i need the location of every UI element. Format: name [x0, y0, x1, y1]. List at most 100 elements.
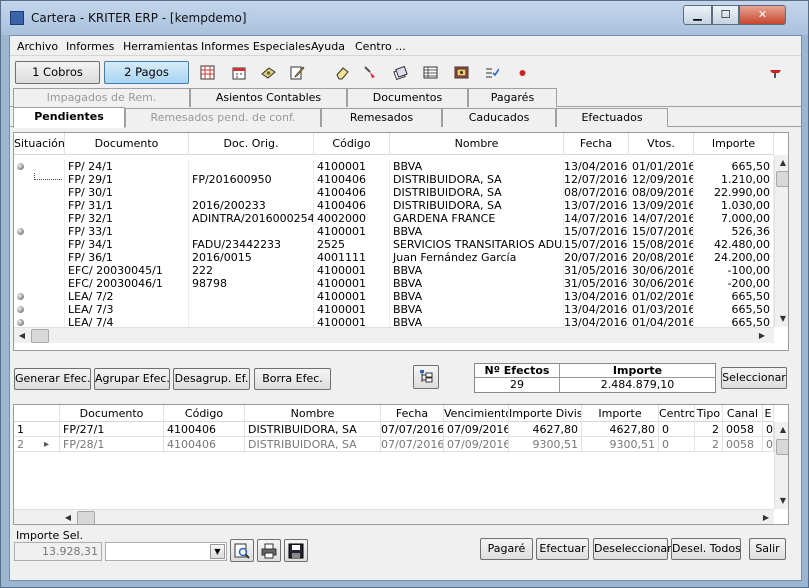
tab-caducados[interactable]: Caducados	[442, 108, 556, 127]
col-fecha[interactable]: Fecha	[564, 133, 629, 155]
minimize-button[interactable]: ▁	[683, 5, 712, 25]
table-row[interactable]: EFC/ 20030045/1 222 4100001 BBVA 31/05/2016 3…	[14, 264, 774, 277]
tab-pendientes[interactable]: Pendientes	[13, 107, 125, 128]
menu-herramientas[interactable]: Herramientas	[123, 40, 198, 53]
scroll-up-icon[interactable]: ▲	[775, 155, 788, 171]
menu-informes-especiales[interactable]: Informes Especiales	[201, 40, 311, 53]
col-situacion[interactable]: Situación	[14, 133, 65, 155]
table-row[interactable]: FP/ 32/1 ADINTRA/2016000254 4002000 GARDENA…	[14, 212, 774, 225]
preview-button[interactable]	[230, 539, 254, 562]
table-row[interactable]: EFC/ 20030046/1 98798 4100001 BBVA 31/05/201…	[14, 277, 774, 290]
pin-icon[interactable]	[362, 65, 377, 80]
col-documento[interactable]: Documento	[65, 133, 189, 155]
table-row[interactable]: FP/ 33/1 4100001 BBVA 15/07/2016 15/07/2016 5…	[14, 225, 774, 238]
menu-informes[interactable]: Informes	[66, 40, 114, 53]
table-row[interactable]: FP/ 24/1 4100001 BBVA 13/04/2016 01/01/2016 6…	[14, 160, 774, 173]
deseleccionar-button[interactable]: Deseleccionar	[593, 538, 672, 560]
save-button[interactable]	[284, 539, 308, 562]
pending-grid-hscroll[interactable]: ◀ ▶	[14, 327, 774, 343]
menu-ayuda[interactable]: Ayuda	[311, 40, 345, 53]
title-bar[interactable]: Cartera - KRITER ERP - [kempdemo] ▁ ☐ ✕	[1, 1, 808, 35]
tab-remesados[interactable]: Remesados	[321, 108, 442, 127]
grid-icon[interactable]	[200, 65, 215, 80]
desagrupar-ef-button[interactable]: Desagrup. Ef.	[173, 368, 250, 390]
col-importe[interactable]: Importe	[694, 133, 774, 155]
table-row[interactable]: FP/ 29/1 FP/201600950 4100406 DISTRIBUIDORA…	[14, 173, 774, 186]
report-combo[interactable]: ▼	[105, 542, 227, 561]
tab-documentos[interactable]: Documentos	[347, 88, 468, 107]
calendar-icon[interactable]	[232, 65, 247, 80]
config-icon[interactable]	[768, 65, 783, 80]
print-button[interactable]	[257, 539, 281, 562]
table-row[interactable]: 2 FP/28/1 4100406 DISTRIBUIDORA, SA 07/07/20…	[14, 437, 774, 452]
tab-asientos-contables[interactable]: Asientos Contables	[190, 88, 347, 107]
salir-button[interactable]: Salir	[749, 538, 786, 560]
table-icon[interactable]	[423, 65, 438, 80]
close-button[interactable]: ✕	[739, 5, 786, 25]
col2-importe-divisa[interactable]: Importe Divisa	[509, 405, 582, 422]
agrupar-efec-button[interactable]: Agrupar Efec.	[94, 368, 170, 390]
cards-icon[interactable]	[393, 65, 408, 80]
scroll-up-icon[interactable]: ▲	[775, 422, 788, 438]
col-vtos[interactable]: Vtos.	[629, 133, 694, 155]
col2-tipo[interactable]: Tipo	[695, 405, 723, 422]
table-row[interactable]: FP/ 34/1 FADU/23442233 2525 SERVICIOS TRANS…	[14, 238, 774, 251]
scroll-thumb[interactable]	[77, 511, 95, 524]
table-row[interactable]: 1 FP/27/1 4100406 DISTRIBUIDORA, SA 07/07/20…	[14, 422, 774, 437]
col2-vencimiento[interactable]: Vencimiento	[444, 405, 509, 422]
tab-efectuados[interactable]: Efectuados	[556, 108, 668, 127]
col2-e[interactable]: E	[763, 405, 774, 422]
col2-canal[interactable]: Canal	[723, 405, 763, 422]
selected-grid-hscroll[interactable]: ◀ ▶	[14, 509, 774, 524]
scroll-thumb[interactable]	[776, 439, 788, 455]
table-row[interactable]: FP/ 31/1 2016/200233 4100406 DISTRIBUIDORA,…	[14, 199, 774, 212]
checklist-icon[interactable]	[484, 65, 499, 80]
col-nombre[interactable]: Nombre	[390, 133, 564, 155]
seleccionar-button[interactable]: Seleccionar	[721, 367, 787, 389]
col2-fecha[interactable]: Fecha	[381, 405, 444, 422]
col2-centro[interactable]: Centro	[659, 405, 695, 422]
maximize-button[interactable]: ☐	[712, 5, 739, 25]
tab-pagares[interactable]: Pagarés	[468, 88, 557, 107]
scroll-thumb[interactable]	[776, 171, 788, 187]
tree-view-button[interactable]	[413, 365, 439, 389]
safe-icon[interactable]	[454, 65, 469, 80]
col-codigo[interactable]: Código	[314, 133, 390, 155]
scroll-down-icon[interactable]: ▼	[775, 493, 788, 509]
pagare-button[interactable]: Pagaré	[480, 538, 533, 560]
scroll-left-icon[interactable]: ◀	[60, 510, 76, 524]
edit-icon[interactable]	[290, 65, 305, 80]
chevron-down-icon[interactable]: ▼	[210, 544, 225, 559]
desel-todos-button[interactable]: Desel. Todos	[671, 538, 741, 560]
pending-grid-vscroll[interactable]: ▲ ▼	[774, 155, 788, 327]
col2-nombre[interactable]: Nombre	[245, 405, 381, 422]
scroll-left-icon[interactable]: ◀	[14, 328, 30, 344]
selected-grid[interactable]: Documento Código Nombre Fecha Vencimient…	[13, 404, 789, 525]
cobros-button[interactable]: 1 Cobros	[15, 61, 100, 84]
eraser-icon[interactable]	[335, 65, 350, 80]
col2-codigo[interactable]: Código	[164, 405, 245, 422]
scroll-right-icon[interactable]: ▶	[758, 510, 774, 524]
pagos-button[interactable]: 2 Pagos	[104, 61, 189, 84]
menu-archivo[interactable]: Archivo	[17, 40, 58, 53]
pending-grid[interactable]: Situación Documento Doc. Orig. Código No…	[13, 132, 789, 351]
table-row[interactable]: LEA/ 7/3 4100001 BBVA 13/04/2016 01/03/2016 6…	[14, 303, 774, 316]
tab-impagados[interactable]: Impagados de Rem.	[13, 88, 190, 107]
generar-efec-button[interactable]: Generar Efec.	[14, 368, 91, 390]
table-row[interactable]: FP/ 36/1 2016/0015 4001111 Juan Fernández G…	[14, 251, 774, 264]
table-row[interactable]: LEA/ 7/2 4100001 BBVA 13/04/2016 01/02/2016 6…	[14, 290, 774, 303]
menu-centro[interactable]: Centro ...	[355, 40, 406, 53]
table-row[interactable]: FP/ 30/1 4100406 DISTRIBUIDORA, SA 08/07/20…	[14, 186, 774, 199]
selected-grid-vscroll[interactable]: ▲ ▼	[774, 422, 788, 509]
efectuar-button[interactable]: Efectuar	[536, 538, 589, 560]
col2-documento[interactable]: Documento	[60, 405, 164, 422]
money-icon[interactable]	[261, 65, 276, 80]
scroll-down-icon[interactable]: ▼	[775, 311, 788, 327]
col-doc-orig[interactable]: Doc. Orig.	[189, 133, 314, 155]
tab-remesados-pend[interactable]: Remesados pend. de conf.	[125, 108, 321, 127]
scroll-thumb[interactable]	[31, 329, 49, 343]
borra-efec-button[interactable]: Borra Efec.	[254, 368, 331, 390]
col2-importe[interactable]: Importe	[582, 405, 659, 422]
record-icon[interactable]	[515, 65, 530, 80]
scroll-right-icon[interactable]: ▶	[754, 328, 770, 344]
